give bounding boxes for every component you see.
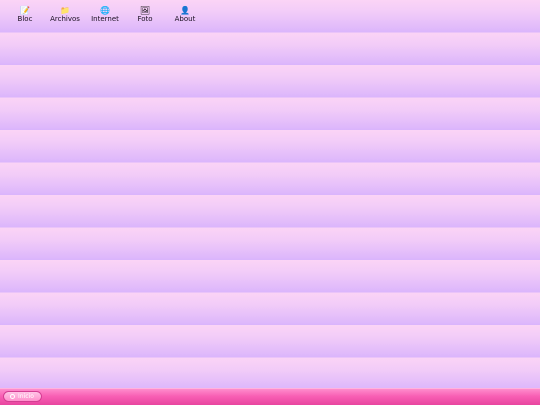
start-button[interactable]: Inicio: [3, 391, 42, 402]
globe-icon: 🌐: [100, 6, 110, 15]
desktop[interactable]: 📝 Bloc 📁 Archivos 🌐 Internet 🖼 Foto 👤 Ab…: [0, 0, 540, 388]
desktop-shortcut-label: Internet: [91, 15, 119, 23]
taskbar: Inicio: [0, 388, 540, 405]
user-icon: 👤: [180, 6, 190, 15]
notepad-icon: 📝: [20, 6, 30, 15]
desktop-shortcut-label: About: [174, 15, 196, 23]
start-icon: [10, 394, 15, 399]
start-button-label: Inicio: [18, 392, 34, 400]
desktop-shortcut-label: Foto: [137, 15, 153, 23]
desktop-icon-row: 📝 Bloc 📁 Archivos 🌐 Internet 🖼 Foto 👤 Ab…: [0, 6, 540, 30]
desktop-shortcut-label: Bloc: [17, 15, 33, 23]
desktop-shortcut-label: Archivos: [50, 15, 80, 23]
desktop-shortcut-about[interactable]: 👤 About: [162, 6, 208, 30]
picture-icon: 🖼: [139, 6, 151, 15]
folder-icon: 📁: [60, 6, 70, 15]
